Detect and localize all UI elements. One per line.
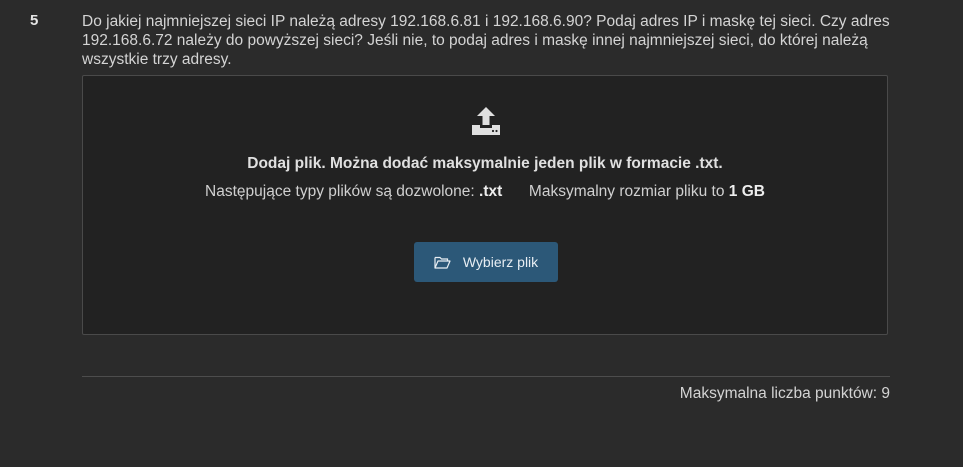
question-container: 5 Do jakiej najmniejszej sieci IP należą… <box>0 0 963 467</box>
upload-icon <box>472 107 500 135</box>
choose-file-label: Wybierz plik <box>462 254 539 270</box>
allowed-types-value: .txt <box>479 183 503 200</box>
choose-file-button[interactable]: Wybierz plik <box>414 242 558 282</box>
question-text: Do jakiej najmniejszej sieci IP należą a… <box>82 13 890 68</box>
question-number: 5 <box>30 12 39 29</box>
max-size-label: Maksymalny rozmiar pliku to <box>528 183 725 200</box>
dropzone-info: Następujące typy plików są dozwolone: .t… <box>83 183 887 201</box>
max-points: Maksymalna liczba punktów: 9 <box>679 385 890 402</box>
file-dropzone[interactable]: Dodaj plik. Można dodać maksymalnie jede… <box>82 75 888 335</box>
folder-open-icon <box>434 256 451 269</box>
dropzone-title: Dodaj plik. Można dodać maksymalnie jede… <box>247 155 723 172</box>
max-size-value: 1 GB <box>728 183 765 200</box>
allowed-types-label: Następujące typy plików są dozwolone: <box>205 183 475 200</box>
divider <box>82 376 890 377</box>
